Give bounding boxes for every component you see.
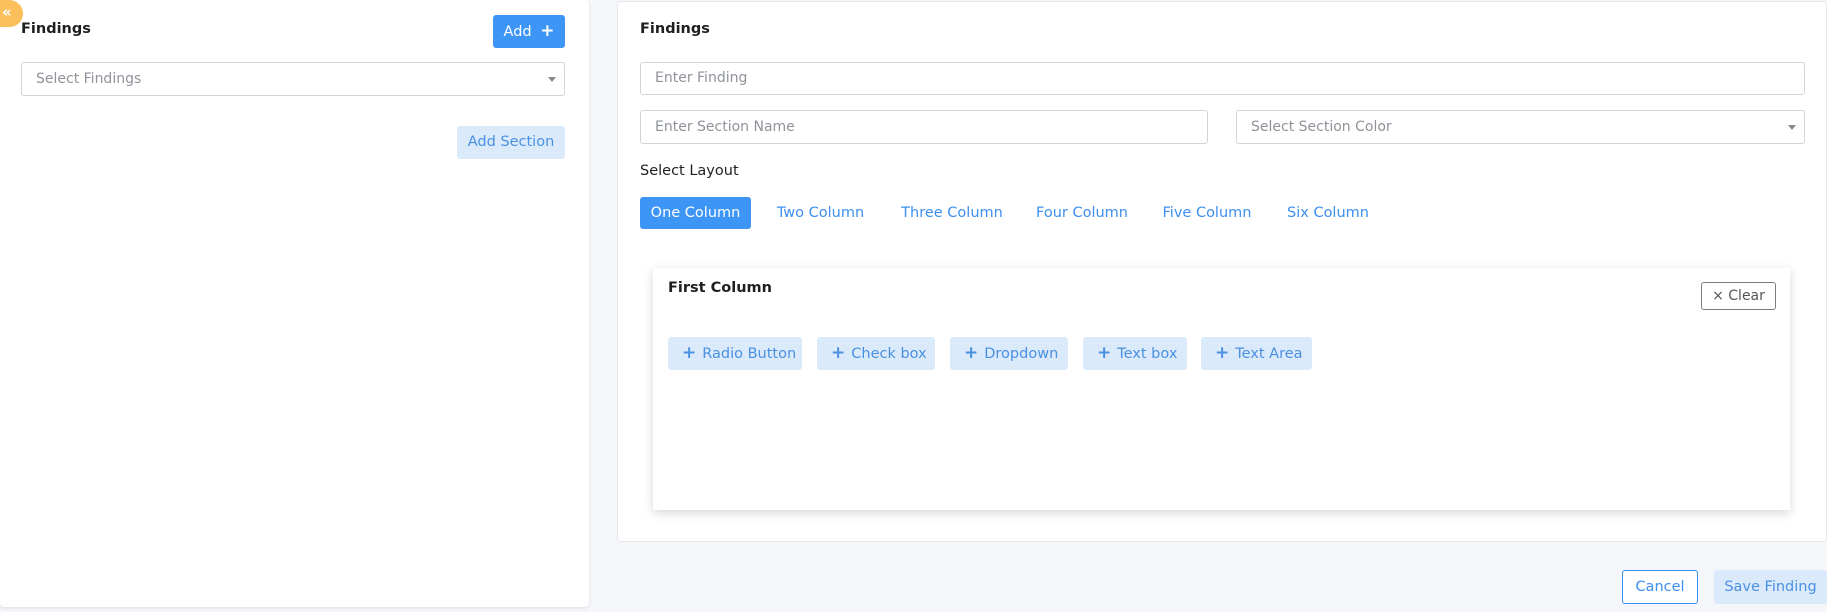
add-finding-button[interactable]: Add + <box>493 15 565 48</box>
chevron-down-icon <box>548 77 556 82</box>
add-dropdown-button[interactable]: + Dropdown <box>950 337 1068 370</box>
clear-button-label: Clear <box>1728 288 1765 304</box>
add-checkbox-button[interactable]: + Check box <box>817 337 935 370</box>
finding-name-placeholder: Enter Finding <box>655 70 748 86</box>
collapse-sidebar-icon[interactable]: « <box>0 0 23 27</box>
field-button-label: Radio Button <box>702 346 797 362</box>
layout-tab-one-column[interactable]: One Column <box>640 197 751 229</box>
right-panel-title: Findings <box>640 21 710 37</box>
field-button-label: Text Area <box>1235 346 1303 362</box>
layout-tab-three-column[interactable]: Three Column <box>896 197 1008 229</box>
layout-tab-five-column[interactable]: Five Column <box>1157 197 1257 229</box>
section-name-input[interactable]: Enter Section Name <box>640 110 1208 144</box>
clear-button[interactable]: × Clear <box>1701 282 1776 310</box>
findings-list-panel: « Findings Add + Select Findings Add Sec… <box>0 0 589 607</box>
field-button-label: Text box <box>1117 346 1178 362</box>
save-finding-button[interactable]: Save Finding <box>1714 570 1827 604</box>
plus-icon: + <box>1097 343 1112 363</box>
select-findings-dropdown[interactable]: Select Findings <box>21 62 565 96</box>
layout-tab-four-column[interactable]: Four Column <box>1032 197 1132 229</box>
select-layout-label: Select Layout <box>640 163 739 179</box>
field-button-label: Check box <box>851 346 927 362</box>
close-icon: × <box>1712 288 1724 304</box>
plus-icon: + <box>540 21 555 41</box>
add-button-label: Add <box>503 24 532 40</box>
section-color-placeholder: Select Section Color <box>1251 119 1392 135</box>
layout-tab-two-column[interactable]: Two Column <box>768 197 873 229</box>
left-panel-title: Findings <box>21 21 91 37</box>
add-section-button[interactable]: Add Section <box>457 126 565 159</box>
add-text-area-button[interactable]: + Text Area <box>1201 337 1312 370</box>
add-radio-button[interactable]: + Radio Button <box>668 337 802 370</box>
section-name-placeholder: Enter Section Name <box>655 119 795 135</box>
cancel-button[interactable]: Cancel <box>1622 570 1698 604</box>
plus-icon: + <box>964 343 979 363</box>
field-button-label: Dropdown <box>984 346 1059 362</box>
chevron-down-icon <box>1788 125 1796 130</box>
layout-tab-six-column[interactable]: Six Column <box>1283 197 1373 229</box>
plus-icon: + <box>831 343 846 363</box>
plus-icon: + <box>1215 343 1230 363</box>
column-title: First Column <box>668 280 772 296</box>
select-findings-placeholder: Select Findings <box>36 71 142 87</box>
plus-icon: + <box>682 343 697 363</box>
finding-name-input[interactable]: Enter Finding <box>640 62 1805 95</box>
section-color-dropdown[interactable]: Select Section Color <box>1236 110 1805 144</box>
first-column-card: First Column × Clear + Radio Button + Chec… <box>653 268 1790 510</box>
add-text-box-button[interactable]: + Text box <box>1083 337 1187 370</box>
